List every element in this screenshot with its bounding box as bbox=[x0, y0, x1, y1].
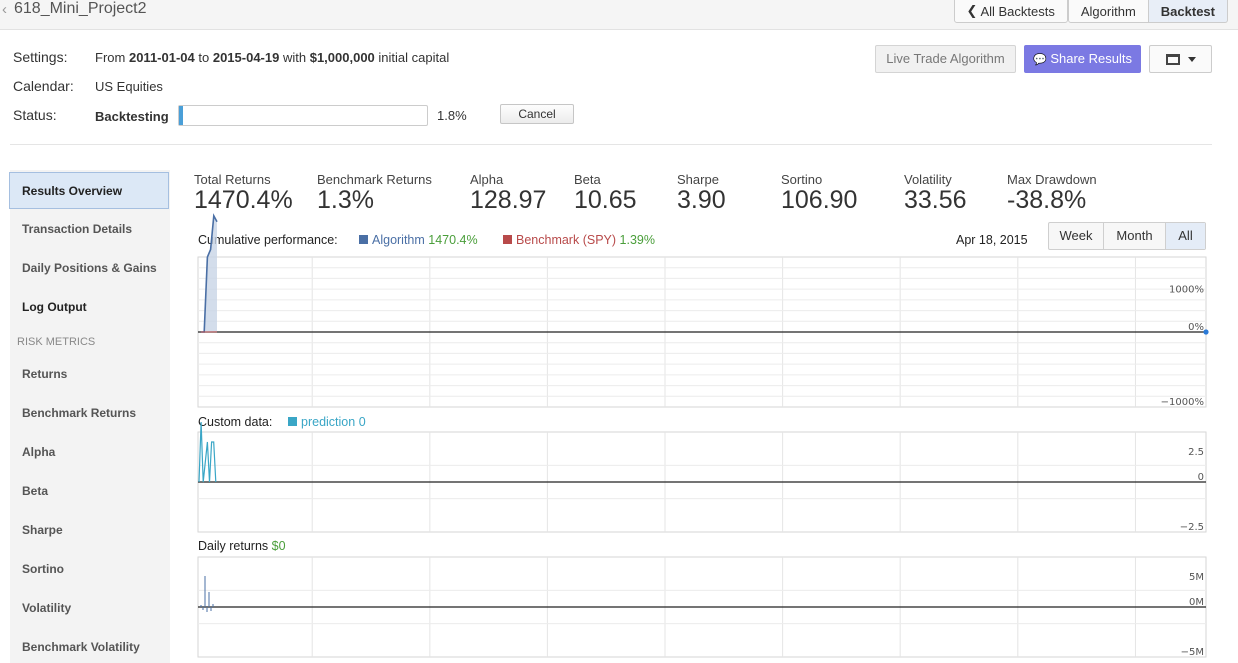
cumulative-tick-label: 1000% bbox=[1169, 285, 1204, 296]
charts-svg: 1000% 0% −1000% 2.5 0 −2.5 5M 0M −5M bbox=[197, 213, 1209, 658]
custom-tick-label: 0 bbox=[1198, 472, 1204, 483]
cumulative-tick-label: 0% bbox=[1188, 322, 1204, 333]
daily-tick-label: 5M bbox=[1189, 572, 1204, 583]
cursor-dot bbox=[1203, 329, 1209, 335]
custom-tick-label: 2.5 bbox=[1188, 447, 1204, 458]
daily-tick-label: 0M bbox=[1189, 597, 1204, 608]
custom-tick-label: −2.5 bbox=[1180, 522, 1204, 533]
cumulative-tick-label: −1000% bbox=[1161, 397, 1204, 408]
daily-tick-label: −5M bbox=[1181, 647, 1204, 658]
